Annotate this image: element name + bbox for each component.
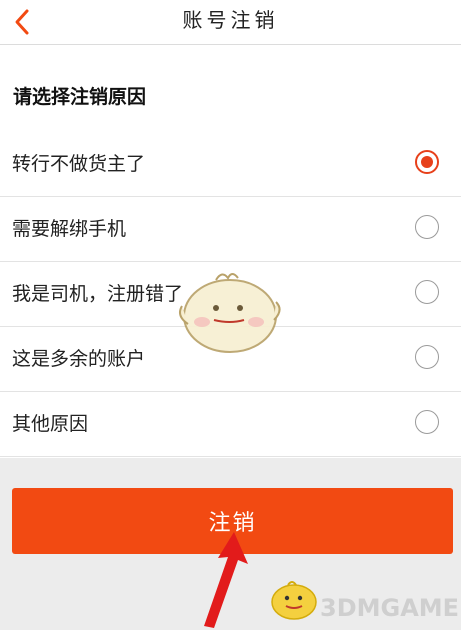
reason-label: 我是司机，注册错了 xyxy=(12,283,184,305)
page-title: 账号注销 xyxy=(182,8,279,32)
radio-button[interactable] xyxy=(415,280,439,304)
reason-option-5[interactable]: 其他原因 xyxy=(0,392,461,457)
watermark-chick-logo xyxy=(271,581,317,620)
reason-label: 需要解绑手机 xyxy=(12,218,127,240)
chevron-left-icon xyxy=(15,9,29,35)
red-arrow-icon xyxy=(204,532,248,628)
reason-list: 转行不做货主了 需要解绑手机 我是司机，注册错了 这是多余的账户 其他原因 xyxy=(0,132,461,457)
radio-button-selected[interactable] xyxy=(415,150,439,174)
radio-button[interactable] xyxy=(415,345,439,369)
reason-option-4[interactable]: 这是多余的账户 xyxy=(0,327,461,392)
radio-button[interactable] xyxy=(415,215,439,239)
reason-option-3[interactable]: 我是司机，注册错了 xyxy=(0,262,461,327)
section-title: 请选择注销原因 xyxy=(13,86,147,108)
reason-label: 其他原因 xyxy=(12,413,89,435)
section-header: 请选择注销原因 xyxy=(0,60,461,133)
reason-option-2[interactable]: 需要解绑手机 xyxy=(0,197,461,262)
watermark-text: 3DMGAME xyxy=(320,594,460,622)
top-navigation-bar: 账号注销 xyxy=(0,0,461,45)
reason-label: 这是多余的账户 xyxy=(12,348,146,370)
reason-label: 转行不做货主了 xyxy=(12,153,146,175)
reason-option-1[interactable]: 转行不做货主了 xyxy=(0,132,461,197)
back-button[interactable] xyxy=(0,0,44,44)
radio-button[interactable] xyxy=(415,410,439,434)
